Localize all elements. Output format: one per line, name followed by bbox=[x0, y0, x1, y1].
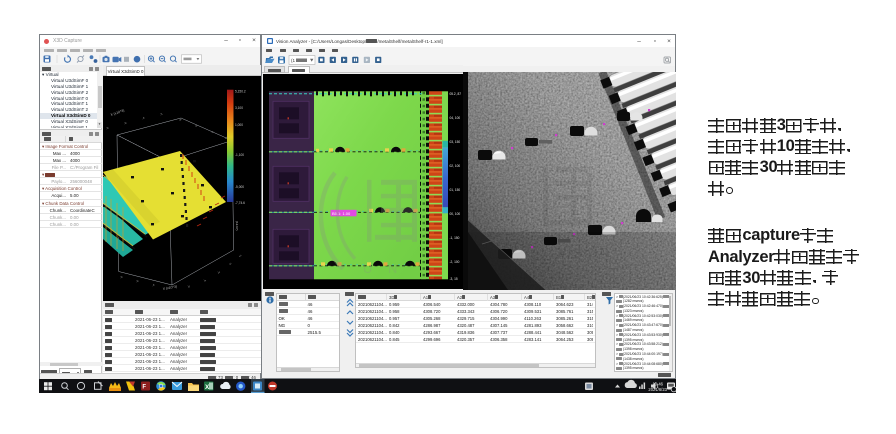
svg-text:B5.1: 1.00: B5.1: 1.00 bbox=[332, 210, 351, 215]
svg-text:02, 100: 02, 100 bbox=[450, 163, 461, 167]
svg-text:4: 4 bbox=[210, 130, 214, 134]
svg-text:-3, 15: -3, 15 bbox=[450, 276, 458, 280]
svg-text:3,100: 3,100 bbox=[235, 106, 243, 110]
svg-text:-8: -8 bbox=[119, 275, 124, 280]
svg-text:-7,74.6: -7,74.6 bbox=[235, 201, 245, 205]
svg-text:F: F bbox=[142, 384, 146, 390]
svg-text:-4: -4 bbox=[141, 116, 146, 121]
svg-text:2021/6/23: 2021/6/23 bbox=[648, 386, 667, 391]
svg-text:X: X bbox=[205, 383, 210, 390]
svg-text:04, 100: 04, 100 bbox=[450, 115, 461, 119]
svg-text:VISION: VISION bbox=[558, 246, 611, 260]
svg-text:U N: U N bbox=[363, 260, 403, 275]
svg-text:0: 0 bbox=[228, 262, 232, 266]
svg-text:-6: -6 bbox=[123, 121, 128, 126]
svg-text:-2: -2 bbox=[159, 112, 164, 117]
svg-text:-5,000: -5,000 bbox=[235, 185, 244, 189]
svg-text:6: 6 bbox=[194, 124, 198, 128]
svg-text:01, 150: 01, 150 bbox=[450, 187, 461, 191]
svg-text:-1, 150: -1, 150 bbox=[450, 235, 460, 239]
svg-text:00, 100: 00, 100 bbox=[450, 211, 461, 215]
svg-text:1,000: 1,000 bbox=[235, 123, 243, 127]
svg-text:10:46: 10:46 bbox=[653, 381, 664, 386]
svg-text:(12.67): (12.67) bbox=[235, 221, 239, 231]
svg-text:-2: -2 bbox=[216, 270, 221, 275]
svg-text:-8: -8 bbox=[105, 126, 110, 131]
svg-text:-4: -4 bbox=[151, 283, 156, 288]
svg-text:-1,100: -1,100 bbox=[235, 153, 244, 157]
svg-text:03, 150: 03, 150 bbox=[450, 139, 461, 143]
svg-text:-6: -6 bbox=[135, 279, 140, 284]
svg-text:(1: (1 bbox=[291, 58, 296, 63]
svg-text:5,150.2: 5,150.2 bbox=[235, 90, 246, 94]
svg-text:X (x10^3): X (x10^3) bbox=[110, 108, 125, 116]
svg-text:-6: -6 bbox=[186, 284, 191, 289]
svg-text:X (x10^3): X (x10^3) bbox=[162, 285, 177, 291]
svg-text:-4: -4 bbox=[202, 278, 207, 283]
svg-text:2: 2 bbox=[238, 254, 242, 258]
svg-text:-2, 100: -2, 100 bbox=[450, 259, 460, 263]
svg-text:05.2, 87: 05.2, 87 bbox=[450, 91, 462, 95]
